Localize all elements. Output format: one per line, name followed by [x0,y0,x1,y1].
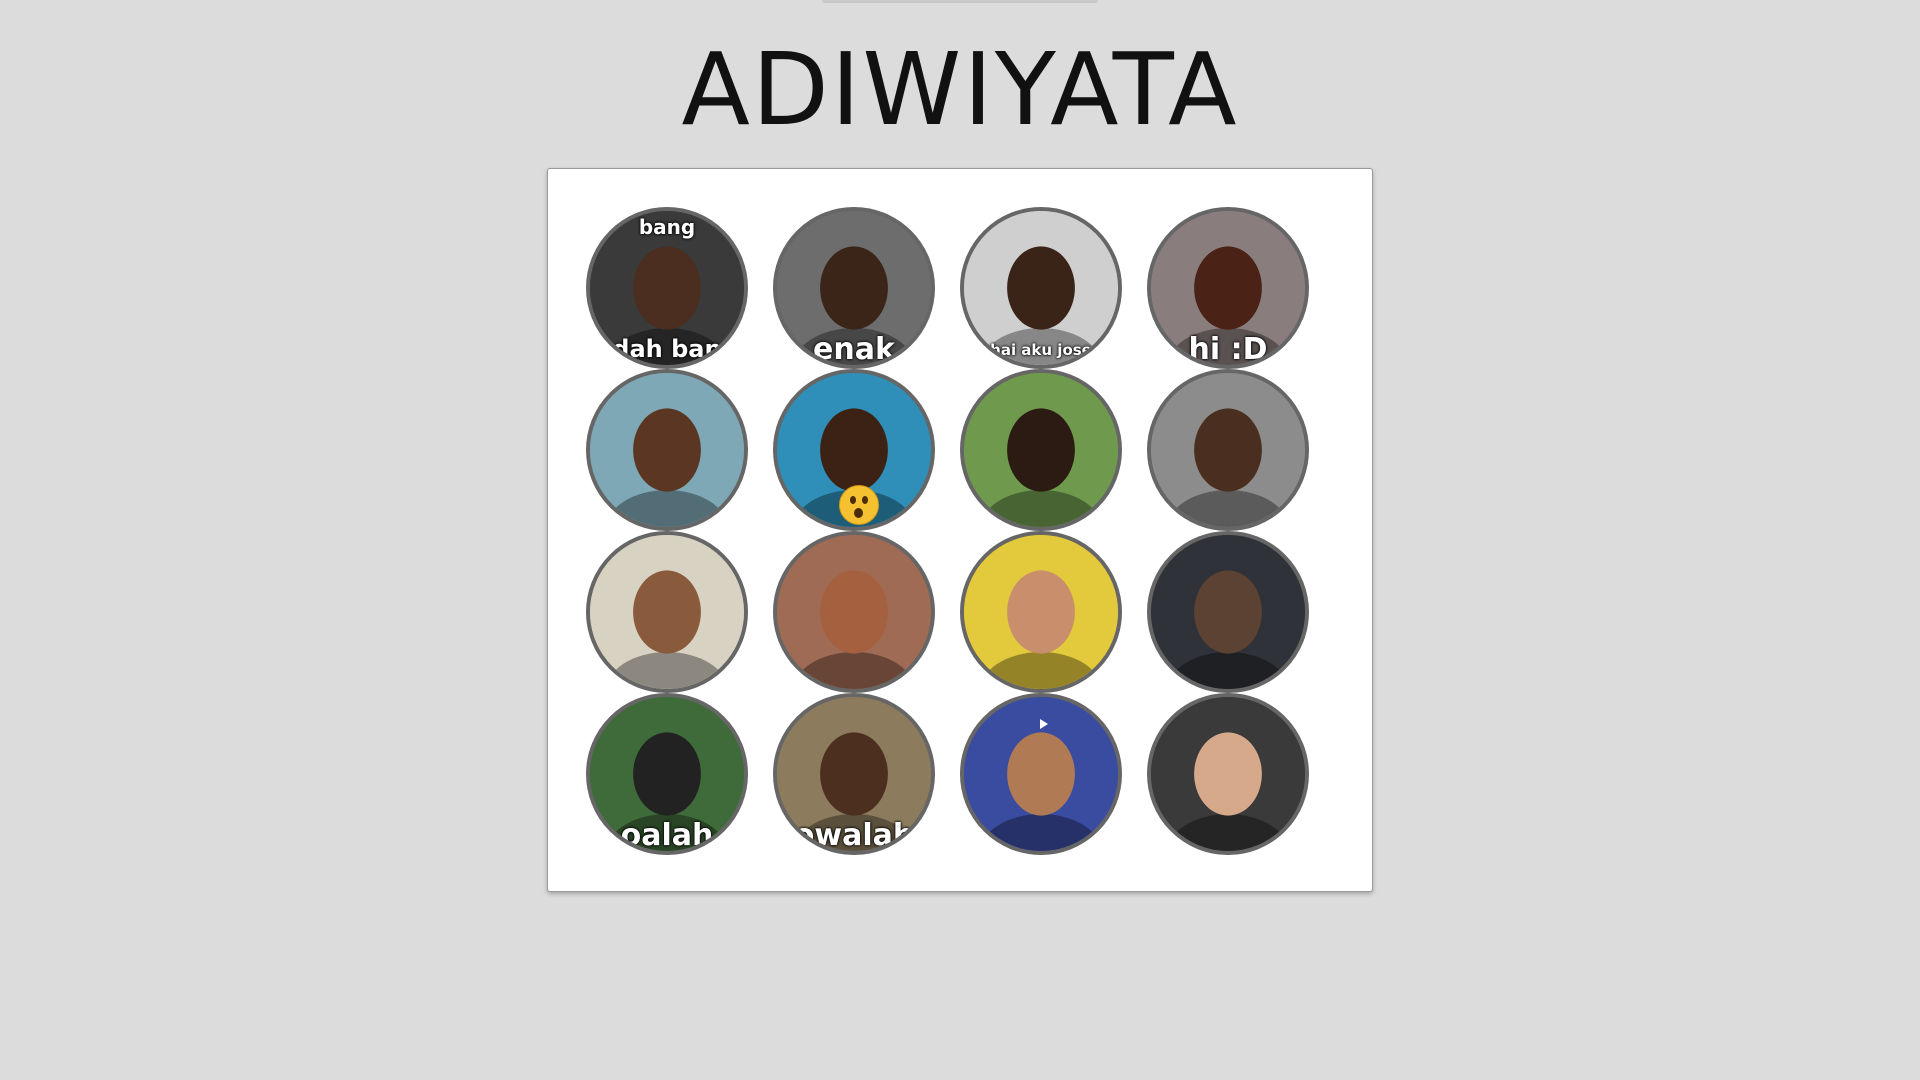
avatar-grid: bang udah bang enak hai aku jose hi :D oalah o… [586,207,1309,855]
portrait-image [590,373,744,527]
avatar-10[interactable] [773,531,935,693]
avatar-14[interactable]: owalah [773,693,935,855]
avatar-4[interactable]: hi :D [1147,207,1309,369]
portrait-image [964,535,1118,689]
portrait-image [1151,535,1305,689]
window-handle [822,0,1098,3]
avatar-6[interactable] [773,369,935,531]
portrait-image [590,535,744,689]
portrait-image [1151,373,1305,527]
caption-bottom: hi :D [1188,332,1268,367]
avatar-5[interactable] [586,369,748,531]
portrait-image [964,373,1118,527]
avatar-9[interactable] [586,531,748,693]
caption-bottom: enak [813,332,895,367]
avatar-3[interactable]: hai aku jose [960,207,1122,369]
caption-bottom: hai aku jose [990,341,1092,359]
portrait-image [1151,697,1305,851]
avatar-11[interactable] [960,531,1122,693]
gallery-panel: bang udah bang enak hai aku jose hi :D oalah o… [547,168,1373,892]
avatar-1[interactable]: bang udah bang [586,207,748,369]
avatar-15[interactable] [960,693,1122,855]
avatar-7[interactable] [960,369,1122,531]
avatar-2[interactable]: enak [773,207,935,369]
page-title: ADIWIYATA [681,31,1239,148]
astonished-face-icon [839,485,879,525]
caption-bottom: owalah [793,818,915,853]
avatar-16[interactable] [1147,693,1309,855]
portrait-image [777,535,931,689]
caption-bottom: oalah [620,818,714,853]
avatar-8[interactable] [1147,369,1309,531]
avatar-12[interactable] [1147,531,1309,693]
caption-top: bang [638,215,696,239]
caption-bottom: udah bang [595,335,739,363]
avatar-13[interactable]: oalah [586,693,748,855]
play-icon [1040,719,1048,729]
